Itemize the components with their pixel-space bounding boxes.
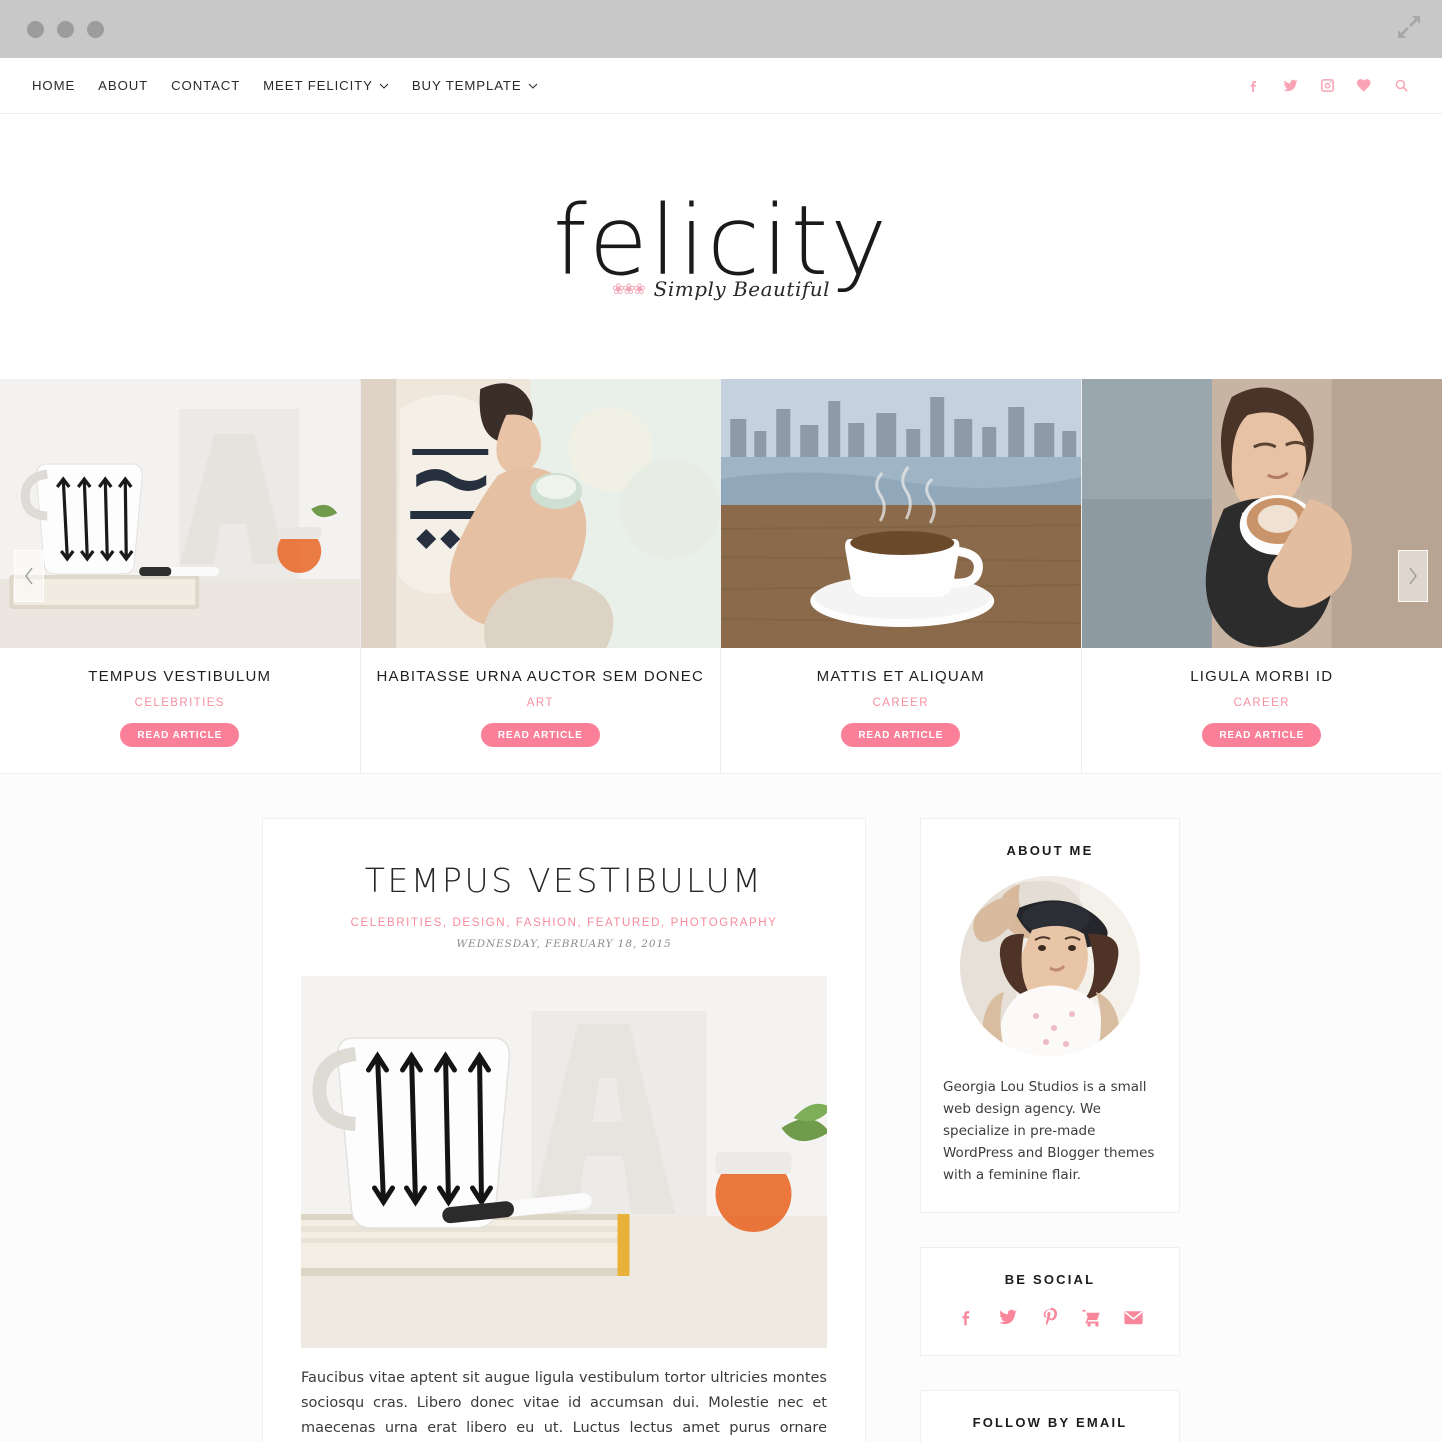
zoom-button[interactable] xyxy=(87,20,104,38)
read-article-button[interactable]: READ ARTICLE xyxy=(120,723,240,747)
slide-caption: TEMPUS VESTIBULUM CELEBRITIES READ ARTIC… xyxy=(0,648,360,773)
widget-title: BE SOCIAL xyxy=(1004,1272,1096,1287)
widget-title: FOLLOW BY EMAIL xyxy=(972,1415,1128,1430)
nav-item-home[interactable]: HOME xyxy=(32,78,75,93)
chevron-down-icon xyxy=(528,83,538,89)
post-title: TEMPUS VESTIBULUM xyxy=(364,861,764,900)
widget-about-me: ABOUT ME Georgia Lou Studios is a small … xyxy=(920,818,1180,1213)
slide-title: LIGULA MORBI ID xyxy=(1190,668,1334,685)
pinterest-icon[interactable] xyxy=(1039,1306,1061,1328)
heart-icon[interactable] xyxy=(1355,76,1374,95)
twitter-icon[interactable] xyxy=(1281,76,1300,95)
site-tagline: Simply Beautiful xyxy=(653,276,831,301)
facebook-icon[interactable] xyxy=(1245,77,1262,94)
window-controls[interactable] xyxy=(27,20,104,38)
expand-arrows-icon[interactable] xyxy=(1392,10,1426,44)
instagram-icon[interactable] xyxy=(1319,77,1336,94)
slide-category[interactable]: CELEBRITIES xyxy=(10,697,350,709)
slide-caption: LIGULA MORBI ID CAREER READ ARTICLE xyxy=(1081,648,1442,773)
content-area: TEMPUS VESTIBULUM CELEBRITIES, DESIGN, F… xyxy=(0,773,1442,1442)
slide-category[interactable]: ART xyxy=(371,697,711,709)
nav-links: HOME ABOUT CONTACT MEET FELICITY BUY TEM… xyxy=(32,78,538,93)
carousel-slide[interactable]: MATTIS ET ALIQUAM CAREER READ ARTICLE xyxy=(721,379,1082,773)
site-header: felicity ❀❀❀ Simply Beautiful xyxy=(0,114,1442,379)
post-date: WEDNESDAY, FEBRUARY 18, 2015 xyxy=(456,938,672,950)
post-categories[interactable]: CELEBRITIES, DESIGN, FASHION, FEATURED, … xyxy=(301,917,827,929)
shopping-cart-icon[interactable] xyxy=(1080,1306,1103,1329)
slide-title: MATTIS ET ALIQUAM xyxy=(816,668,985,685)
flourish-ornament-icon: ❀❀❀ xyxy=(611,280,646,298)
main-navigation: HOME ABOUT CONTACT MEET FELICITY BUY TEM… xyxy=(0,58,1442,114)
email-icon[interactable] xyxy=(1122,1306,1145,1329)
carousel-slide[interactable]: HABITASSE URNA AUCTOR SEM DONEC ART READ… xyxy=(360,379,721,773)
read-article-button[interactable]: READ ARTICLE xyxy=(841,723,961,747)
post-body: Faucibus vitae aptent sit augue ligula v… xyxy=(301,1370,827,1436)
facebook-icon[interactable] xyxy=(955,1306,977,1328)
read-article-button[interactable]: READ ARTICLE xyxy=(1202,723,1322,747)
minimize-button[interactable] xyxy=(57,20,74,38)
twitter-icon[interactable] xyxy=(996,1305,1020,1329)
slide-category[interactable]: CAREER xyxy=(731,697,1071,709)
slide-category[interactable]: CAREER xyxy=(1092,697,1433,709)
slide-image xyxy=(721,379,1081,648)
nav-item-about[interactable]: ABOUT xyxy=(98,78,148,93)
slide-caption: MATTIS ET ALIQUAM CAREER READ ARTICLE xyxy=(721,648,1081,773)
slide-title: HABITASSE URNA AUCTOR SEM DONEC xyxy=(376,668,705,685)
logo-tagline-row: ❀❀❀ Simply Beautiful xyxy=(612,277,830,301)
nav-item-meet-felicity[interactable]: MEET FELICITY xyxy=(263,78,389,93)
post-featured-image xyxy=(301,976,827,1348)
featured-carousel: TEMPUS VESTIBULUM CELEBRITIES READ ARTIC… xyxy=(0,379,1442,773)
read-article-button[interactable]: READ ARTICLE xyxy=(480,723,600,747)
carousel-next-button[interactable] xyxy=(1398,550,1428,602)
nav-social-icons xyxy=(1245,76,1410,95)
about-me-text: Georgia Lou Studios is a small web desig… xyxy=(943,1079,1155,1183)
carousel-slide[interactable]: TEMPUS VESTIBULUM CELEBRITIES READ ARTIC… xyxy=(0,379,361,773)
nav-item-label: ABOUT xyxy=(98,78,149,93)
slide-caption: HABITASSE URNA AUCTOR SEM DONEC ART READ… xyxy=(360,648,720,773)
nav-item-label: HOME xyxy=(32,78,76,93)
slide-image xyxy=(1081,379,1442,648)
nav-item-contact[interactable]: CONTACT xyxy=(171,78,240,93)
avatar xyxy=(960,876,1140,1056)
nav-item-label: CONTACT xyxy=(171,78,241,93)
close-button[interactable] xyxy=(27,20,44,38)
carousel-slide[interactable]: LIGULA MORBI ID CAREER READ ARTICLE xyxy=(1081,379,1442,773)
sidebar: ABOUT ME Georgia Lou Studios is a small … xyxy=(920,818,1180,1442)
slide-image xyxy=(0,379,360,648)
widget-follow-by-email: FOLLOW BY EMAIL xyxy=(920,1390,1180,1442)
slide-image xyxy=(360,379,720,648)
nav-item-label: MEET FELICITY xyxy=(263,78,373,93)
nav-item-label: BUY TEMPLATE xyxy=(411,78,522,93)
search-icon[interactable] xyxy=(1393,77,1410,94)
slide-title: TEMPUS VESTIBULUM xyxy=(88,668,272,685)
chevron-down-icon xyxy=(379,83,389,89)
carousel-prev-button[interactable] xyxy=(14,550,44,602)
nav-item-buy-template[interactable]: BUY TEMPLATE xyxy=(412,78,538,93)
widget-be-social: BE SOCIAL xyxy=(920,1247,1180,1356)
social-icons-row xyxy=(943,1305,1157,1329)
widget-title: ABOUT ME xyxy=(1006,843,1094,858)
site-logo[interactable]: felicity xyxy=(553,193,889,289)
post-card: TEMPUS VESTIBULUM CELEBRITIES, DESIGN, F… xyxy=(262,818,866,1442)
browser-chrome xyxy=(0,0,1442,58)
